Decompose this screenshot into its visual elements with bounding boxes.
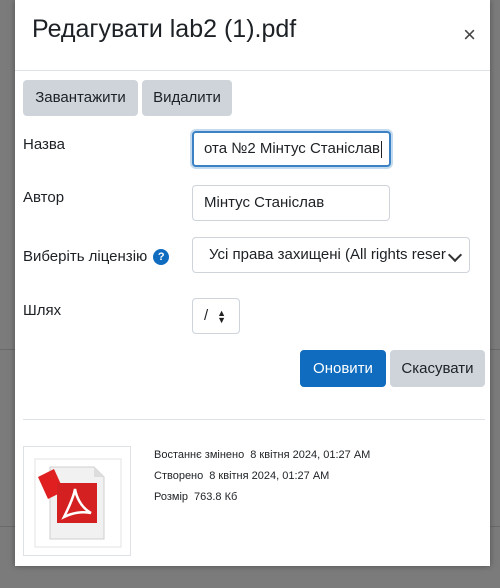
modified-value: 8 квітня 2024, 01:27 AM <box>250 449 371 461</box>
created-value: 8 квітня 2024, 01:27 AM <box>209 470 330 482</box>
question-circle-icon[interactable]: ? <box>153 249 170 266</box>
license-select[interactable]: Усі права захищені (All rights reser <box>192 237 470 273</box>
background-line <box>490 349 500 350</box>
modified-row: Востаннє змінено 8 квітня 2024, 01:27 AM <box>154 449 376 461</box>
name-label: Назва <box>23 136 66 153</box>
name-input-value: ота №2 Мінтус Станіслав <box>204 140 381 157</box>
created-label: Створено <box>154 470 204 482</box>
dialog-title: Редагувати lab2 (1).pdf <box>32 15 297 43</box>
license-select-value: Усі права захищені (All rights reser <box>209 246 446 263</box>
background-line <box>0 526 15 527</box>
update-button[interactable]: Оновити <box>300 350 386 387</box>
updown-arrows-icon: ▲ ▼ <box>217 308 226 325</box>
license-label-group: Виберіть ліцензію? <box>23 248 170 266</box>
size-label: Розмір <box>154 491 189 503</box>
path-select[interactable]: / ▲ ▼ <box>192 298 240 334</box>
text-cursor <box>381 140 383 158</box>
close-icon[interactable]: × <box>463 24 476 46</box>
path-label: Шлях <box>23 302 62 319</box>
file-thumbnail <box>23 446 131 556</box>
author-input[interactable]: Мінтус Станіслав <box>192 185 390 221</box>
license-label: Виберіть ліцензію <box>23 248 148 265</box>
author-label: Автор <box>23 189 65 206</box>
name-input[interactable]: ота №2 Мінтус Станіслав <box>192 131 391 167</box>
background-line <box>0 349 15 350</box>
background-line <box>490 526 500 527</box>
chevron-down-icon <box>447 247 463 263</box>
created-row: Створено 8 квітня 2024, 01:27 AM <box>154 470 335 482</box>
cancel-button[interactable]: Скасувати <box>390 350 485 387</box>
delete-button[interactable]: Видалити <box>142 80 232 116</box>
size-value: 763.8 Кб <box>194 491 238 503</box>
modified-label: Востаннє змінено <box>154 449 245 461</box>
size-row: Розмір 763.8 Кб <box>154 491 243 503</box>
pdf-file-icon <box>34 458 122 548</box>
path-select-value: / <box>204 307 209 324</box>
divider <box>23 419 485 420</box>
dialog-header: Редагувати lab2 (1).pdf × <box>15 0 490 71</box>
edit-file-dialog: Редагувати lab2 (1).pdf × Завантажити Ви… <box>15 0 490 566</box>
download-button[interactable]: Завантажити <box>23 80 138 116</box>
